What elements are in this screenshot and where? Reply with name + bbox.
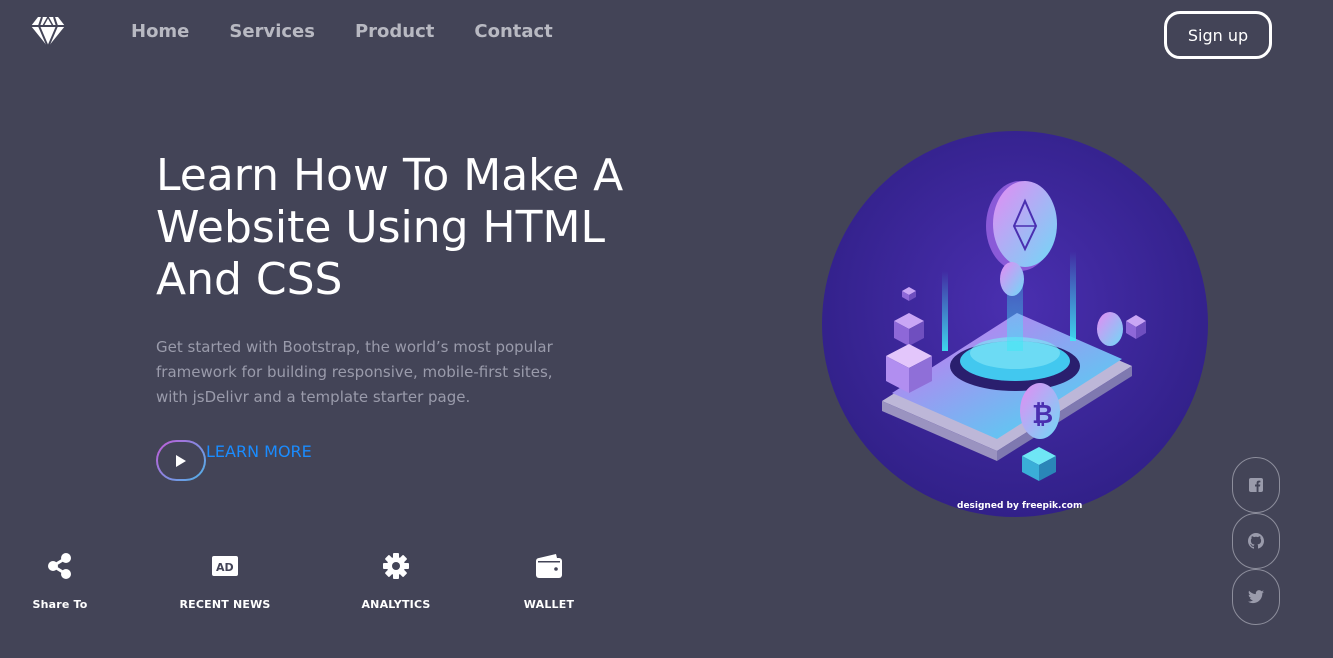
play-icon: [176, 454, 186, 467]
social-links: [1232, 457, 1280, 625]
hero-title: Learn How To Make A Website Using HTML A…: [156, 150, 624, 305]
feature-recent-news[interactable]: AD RECENT NEWS: [179, 552, 271, 611]
signup-button[interactable]: Sign up: [1164, 11, 1272, 59]
feature-bar: Share To AD RECENT NEWS ANALYTICS WALLET: [0, 552, 620, 622]
feature-label: RECENT NEWS: [179, 598, 271, 611]
nav-link-services[interactable]: Services: [229, 20, 315, 44]
feature-analytics[interactable]: ANALYTICS: [356, 552, 436, 611]
share-icon: [46, 552, 74, 580]
crypto-illustration: ₿ designed by freepik.com: [822, 131, 1209, 518]
feature-wallet[interactable]: WALLET: [519, 552, 579, 611]
svg-text:₿: ₿: [1032, 400, 1053, 430]
feature-label: ANALYTICS: [361, 598, 431, 611]
wallet-icon: [535, 552, 563, 580]
main-nav: Home Services Product Contact: [131, 20, 593, 44]
feature-label: WALLET: [523, 598, 575, 611]
image-credit: designed by freepik.com: [957, 501, 1082, 511]
play-button[interactable]: [156, 440, 206, 481]
nav-link-home[interactable]: Home: [131, 20, 189, 44]
twitter-icon: [1248, 590, 1264, 604]
svg-text:AD: AD: [216, 561, 234, 574]
nav-link-product[interactable]: Product: [355, 20, 434, 44]
facebook-icon: [1249, 478, 1263, 492]
feature-share[interactable]: Share To: [30, 552, 90, 611]
nav-link-contact[interactable]: Contact: [474, 20, 552, 44]
github-button[interactable]: [1232, 513, 1280, 569]
gear-icon: [382, 552, 410, 580]
facebook-button[interactable]: [1232, 457, 1280, 513]
learn-more-group[interactable]: LEARN MORE: [156, 440, 312, 481]
feature-label: Share To: [32, 598, 88, 611]
ad-icon: AD: [211, 552, 239, 580]
hero-description: Get started with Bootstrap, the world’s …: [156, 338, 553, 406]
twitter-button[interactable]: [1232, 569, 1280, 625]
github-icon: [1248, 533, 1264, 549]
learn-more-link[interactable]: LEARN MORE: [206, 440, 312, 464]
diamond-logo-icon[interactable]: [30, 16, 66, 48]
